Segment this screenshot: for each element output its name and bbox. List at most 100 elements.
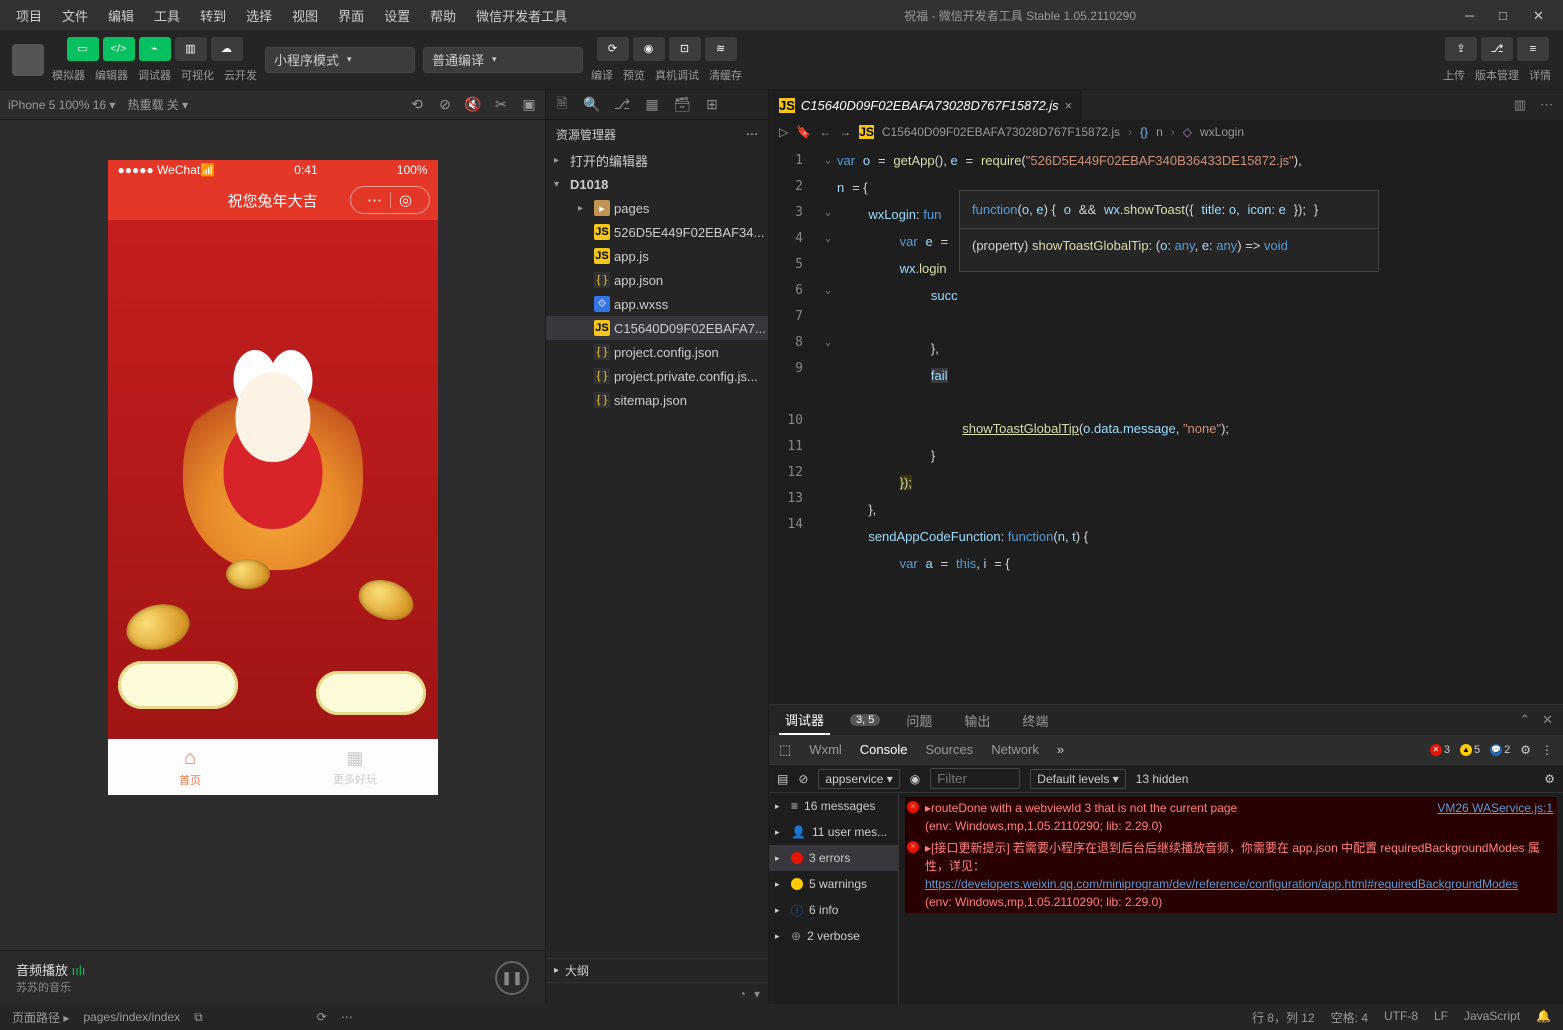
kebab-icon[interactable]: ⋮ [1541,743,1553,757]
file-item[interactable]: JSapp.js [546,244,768,268]
sidebar-toggle-icon[interactable]: ▤ [777,772,788,786]
file-item[interactable]: ⟐app.wxss [546,292,768,316]
file-item[interactable]: { }project.config.json [546,340,768,364]
tab-problems[interactable]: 问题 [900,705,938,735]
console-filter-row[interactable]: ▸3 errors [769,845,898,871]
menu-select[interactable]: 选择 [238,2,280,29]
devtab-console[interactable]: Console [860,742,908,757]
editor-button[interactable]: </> [103,37,135,61]
compile-button[interactable]: ⟳ [597,37,629,61]
mute-icon[interactable]: 🔇 [465,97,481,113]
cloud-button[interactable]: ☁ [211,37,243,61]
console-filter-row[interactable]: ▸ⓘ6 info [769,897,898,923]
tab-more[interactable]: ▦更多好玩 [273,739,438,795]
console-filter-row[interactable]: ▸5 warnings [769,871,898,897]
breadcrumb[interactable]: ▷🔖 ←→ JSC15640D09F02EBAFA73028D767F15872… [769,120,1563,144]
more-icon[interactable]: ⋯ [341,1010,353,1024]
gear-icon[interactable]: ⚙ [1544,772,1555,786]
file-item[interactable]: { }sitemap.json [546,388,768,412]
tab-home[interactable]: ⌂首页 [108,739,273,795]
refresh-icon[interactable]: ⟳ [317,1010,327,1024]
chevron-up-icon[interactable]: ⌃ [1519,712,1530,728]
more-icon[interactable]: ⋯ [1540,97,1553,113]
encoding[interactable]: UTF-8 [1384,1009,1418,1026]
phone-simulator[interactable]: ●●●●● WeChat📶 0:41 100% 祝您兔年大吉 ⋯◎ ⌂首页 [108,160,438,795]
cursor-position[interactable]: 行 8，列 12 [1252,1009,1315,1026]
search-icon[interactable]: 🔍 [584,97,600,113]
simulator-button[interactable]: ▭ [67,37,99,61]
version-button[interactable]: ⎇ [1481,37,1513,61]
file-item[interactable]: { }app.json [546,268,768,292]
cut-icon[interactable]: ✂ [493,97,509,113]
ext-icon[interactable]: ⊞ [704,97,720,113]
visual-button[interactable]: ▥ [175,37,207,61]
devtab-wxml[interactable]: Wxml [809,742,842,757]
hot-reload-toggle[interactable]: 热重载 关 ▾ [127,96,188,113]
db-icon[interactable]: 🗃 [674,97,690,113]
language-mode[interactable]: JavaScript [1464,1009,1520,1026]
refresh-icon[interactable]: ⟲ [409,97,425,113]
details-button[interactable]: ≡ [1517,37,1549,61]
hidden-count[interactable]: 13 hidden [1136,772,1189,786]
close-tab-icon[interactable]: × [1065,98,1073,113]
levels-dropdown[interactable]: Default levels ▾ [1030,769,1125,789]
menu-wechat-devtools[interactable]: 微信开发者工具 [468,2,575,29]
files-icon[interactable]: 🗎 [554,97,570,113]
page-path[interactable]: pages/index/index [83,1010,180,1024]
menu-settings[interactable]: 设置 [376,2,418,29]
maximize-icon[interactable]: □ [1499,8,1513,22]
more-tabs-icon[interactable]: » [1057,742,1064,757]
minimize-icon[interactable]: ─ [1465,8,1479,22]
tab-output[interactable]: 输出 [958,705,996,735]
block-icon[interactable]: ⊘ [437,97,453,113]
inspect-icon[interactable]: ⬚ [779,742,791,758]
gear-icon[interactable]: ⚙ [1520,743,1531,757]
devtab-sources[interactable]: Sources [926,742,974,757]
tab-terminal[interactable]: 终端 [1016,705,1054,735]
avatar[interactable] [12,44,44,76]
collapse-icon[interactable]: ▾ [754,987,760,1001]
close-icon[interactable]: ✕ [1533,8,1547,22]
clear-icon[interactable]: ⊘ [798,772,808,786]
menu-edit[interactable]: 编辑 [100,2,142,29]
upload-button[interactable]: ⇪ [1445,37,1477,61]
debugger-button[interactable]: ⌁ [139,37,171,61]
code-editor[interactable]: 1234567891011121314 ⌄⌄⌄⌄⌄ var o = getApp… [769,144,1563,704]
clear-cache-button[interactable]: ≋ [705,37,737,61]
preview-button[interactable]: ◉ [633,37,665,61]
copy-icon[interactable]: ⧉ [194,1010,203,1025]
remote-debug-button[interactable]: ⊡ [669,37,701,61]
tree-editors[interactable]: ▸打开的编辑器 [546,148,768,172]
close-panel-icon[interactable]: ✕ [1542,712,1553,728]
menu-help[interactable]: 帮助 [422,2,464,29]
compile-mode-dropdown[interactable]: 小程序模式▾ [265,47,415,73]
tree-root[interactable]: ▾D1018 [546,172,768,196]
editor-tab[interactable]: JSC15640D09F02EBAFA73028D767F15872.js× [769,90,1083,120]
menu-file[interactable]: 文件 [54,2,96,29]
menu-interface[interactable]: 界面 [330,2,372,29]
eye-icon[interactable]: ◉ [910,772,920,786]
layout-icon[interactable]: ▦ [644,97,660,113]
feedback-icon[interactable]: ◔ [739,987,746,1001]
console-error-line[interactable]: ✕ VM26 WAService.js:1 ▸routeDone with a … [905,797,1557,837]
devtab-network[interactable]: Network [991,742,1039,757]
file-item[interactable]: JSC15640D09F02EBAFA7... [546,316,768,340]
branch-icon[interactable]: ⎇ [614,97,630,113]
console-filter-row[interactable]: ▸⊕2 verbose [769,923,898,949]
page-path-label[interactable]: 页面路径 ▸ [12,1009,69,1026]
eol[interactable]: LF [1434,1009,1448,1026]
menu-tools[interactable]: 工具 [146,2,188,29]
tab-debugger[interactable]: 调试器 [779,705,830,735]
phone-content[interactable] [108,220,438,739]
file-item[interactable]: { }project.private.config.js... [546,364,768,388]
console-error-line[interactable]: ✕ ▸[接口更新提示] 若需要小程序在退到后台后继续播放音频，你需要在 app.… [905,837,1557,913]
more-icon[interactable]: ⋯ [746,127,758,141]
indent-info[interactable]: 空格: 4 [1331,1009,1368,1026]
menu-goto[interactable]: 转到 [192,2,234,29]
console-filter-row[interactable]: ▸👤11 user mes... [769,819,898,845]
pause-button[interactable]: ❚❚ [495,961,529,995]
float-icon[interactable]: ▣ [521,97,537,113]
file-item[interactable]: JS526D5E449F02EBAF34... [546,220,768,244]
split-icon[interactable]: ▥ [1514,97,1526,113]
bell-icon[interactable]: 🔔 [1536,1009,1551,1026]
